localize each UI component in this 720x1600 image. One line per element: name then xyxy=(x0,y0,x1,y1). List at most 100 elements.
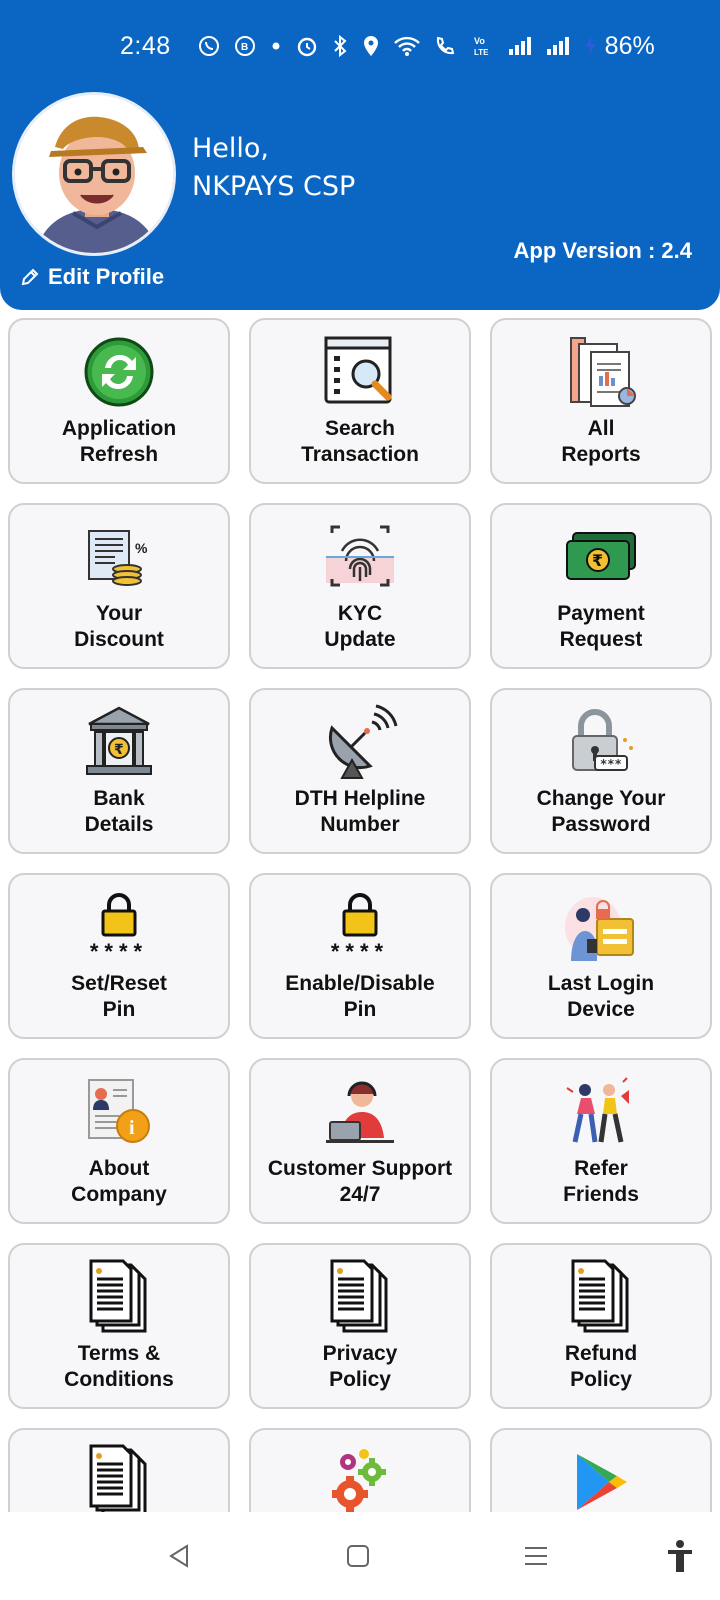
avatar[interactable] xyxy=(12,92,176,256)
tile-label-line1: All xyxy=(587,417,615,440)
battery-percent: 86% xyxy=(604,31,655,60)
gears-icon xyxy=(320,1444,400,1520)
tile-label-line2: Pin xyxy=(343,998,377,1021)
tile-label-line2: Friends xyxy=(563,1183,639,1206)
tile-label-line1: KYC xyxy=(337,602,383,625)
password-lock-icon: *** xyxy=(561,704,641,780)
tile-label-line1: Set/Reset xyxy=(71,972,167,995)
menu-grid: Application Refresh Search Transaction All… xyxy=(8,318,714,1594)
tile-about-company[interactable]: i About Company xyxy=(8,1058,230,1224)
tile-search-transaction[interactable]: Search Transaction xyxy=(249,318,471,484)
tile-label-line2: Request xyxy=(559,628,643,651)
tile-label-line1: DTH Helpline xyxy=(294,787,426,810)
tile-last-login-device[interactable]: Last Login Device xyxy=(490,873,712,1039)
tile-label-line2: Number xyxy=(320,813,400,836)
tile-label-line1: Application xyxy=(61,417,177,440)
volte-icon: Vo LTE xyxy=(474,36,489,57)
bank-icon: ₹ xyxy=(79,704,159,780)
support-agent-icon xyxy=(320,1074,400,1150)
tile-label-line1: Terms & xyxy=(77,1342,161,1365)
edit-profile-label: Edit Profile xyxy=(48,264,165,289)
tile-enable-disable-pin[interactable]: **** Enable/Disable Pin xyxy=(249,873,471,1039)
tile-label-line2: Password xyxy=(551,813,651,836)
tile-label-line2: Details xyxy=(84,813,154,836)
svg-text:%: % xyxy=(135,540,148,556)
tile-label-line1: Bank xyxy=(93,787,145,810)
cash-icon: ₹ xyxy=(561,519,641,595)
tile-privacy-policy[interactable]: Privacy Policy xyxy=(249,1243,471,1409)
tile-refer-friends[interactable]: Refer Friends xyxy=(490,1058,712,1224)
recents-nav-button[interactable] xyxy=(514,1534,558,1578)
whatsapp-icon xyxy=(198,36,219,56)
recents-menu-icon xyxy=(525,1547,547,1565)
system-nav-bar xyxy=(0,1512,720,1600)
refer-friends-icon xyxy=(561,1074,641,1150)
location-icon xyxy=(363,36,378,56)
tile-label-line1: Change Your xyxy=(536,787,666,810)
svg-text:₹: ₹ xyxy=(592,551,603,570)
user-name: NKPAYS CSP xyxy=(192,171,356,202)
app-screen: 2:48 B Vo LTE 86% Hello, NKPAYS CSP App … xyxy=(0,0,720,1600)
tile-label-line2: Pin xyxy=(102,998,136,1021)
tile-label-line1: Last Login xyxy=(547,972,655,995)
tile-dth-helpline[interactable]: DTH Helpline Number xyxy=(249,688,471,854)
tile-label-line1: Refund xyxy=(564,1342,638,1365)
bluetooth-icon xyxy=(333,34,347,58)
about-info-icon: i xyxy=(79,1074,159,1150)
document-icon xyxy=(79,1259,159,1335)
tile-customer-support[interactable]: Customer Support 24/7 xyxy=(249,1058,471,1224)
tile-application-refresh[interactable]: Application Refresh xyxy=(8,318,230,484)
discount-icon: % xyxy=(79,519,159,595)
login-device-icon xyxy=(561,889,641,965)
tile-label-line1: Privacy xyxy=(322,1342,398,1365)
svg-text:Vo: Vo xyxy=(474,36,485,46)
back-nav-button[interactable] xyxy=(157,1534,201,1578)
home-square-icon xyxy=(347,1545,369,1567)
tile-set-reset-pin[interactable]: **** Set/Reset Pin xyxy=(8,873,230,1039)
accessibility-nav-button[interactable] xyxy=(658,1534,702,1578)
svg-text:LTE: LTE xyxy=(474,48,489,57)
user-avatar-icon xyxy=(15,95,173,253)
document-icon xyxy=(79,1444,159,1520)
document-icon xyxy=(561,1259,641,1335)
pin-lock-icon: **** xyxy=(320,889,400,965)
tile-your-discount[interactable]: % Your Discount xyxy=(8,503,230,669)
alarm-icon xyxy=(297,37,316,57)
tile-refund-policy[interactable]: Refund Policy xyxy=(490,1243,712,1409)
tile-label-line2: Company xyxy=(71,1183,167,1206)
svg-text:***: *** xyxy=(600,757,622,771)
pin-mask: **** xyxy=(330,939,390,964)
edit-profile-button[interactable]: Edit Profile xyxy=(20,264,164,290)
svg-text:B: B xyxy=(241,42,248,53)
tile-label-line1: Your xyxy=(95,602,143,625)
document-icon xyxy=(320,1259,400,1335)
pin-mask: **** xyxy=(89,939,149,964)
tile-label-line2: Policy xyxy=(329,1368,391,1391)
tile-label-line2: Reports xyxy=(561,443,641,466)
back-triangle-icon xyxy=(169,1544,188,1568)
tile-bank-details[interactable]: ₹ Bank Details xyxy=(8,688,230,854)
tile-terms-conditions[interactable]: Terms & Conditions xyxy=(8,1243,230,1409)
reports-icon xyxy=(561,334,641,410)
whatsapp-business-icon: B xyxy=(234,36,255,56)
tile-label-line1: Refer xyxy=(574,1157,628,1180)
refresh-icon xyxy=(79,334,159,410)
tile-payment-request[interactable]: ₹ Payment Request xyxy=(490,503,712,669)
status-bar: 2:48 B Vo LTE 86% xyxy=(120,28,660,64)
home-nav-button[interactable] xyxy=(336,1534,380,1578)
tile-all-reports[interactable]: All Reports xyxy=(490,318,712,484)
wifi-icon xyxy=(393,36,420,56)
svg-text:i: i xyxy=(129,1117,135,1139)
signal-2-icon xyxy=(546,37,569,55)
accessibility-icon xyxy=(668,1540,692,1572)
tile-change-password[interactable]: *** Change Your Password xyxy=(490,688,712,854)
tile-label-line2: Policy xyxy=(570,1368,632,1391)
satellite-dish-icon xyxy=(320,704,400,780)
tile-label-line2: Refresh xyxy=(79,443,159,466)
tile-label-line1: Search xyxy=(324,417,396,440)
battery-charging-icon xyxy=(585,36,595,56)
tile-label-line2: Device xyxy=(567,998,635,1021)
fingerprint-icon xyxy=(320,519,400,595)
greeting: Hello, NKPAYS CSP xyxy=(192,130,355,206)
tile-kyc-update[interactable]: KYC Update xyxy=(249,503,471,669)
